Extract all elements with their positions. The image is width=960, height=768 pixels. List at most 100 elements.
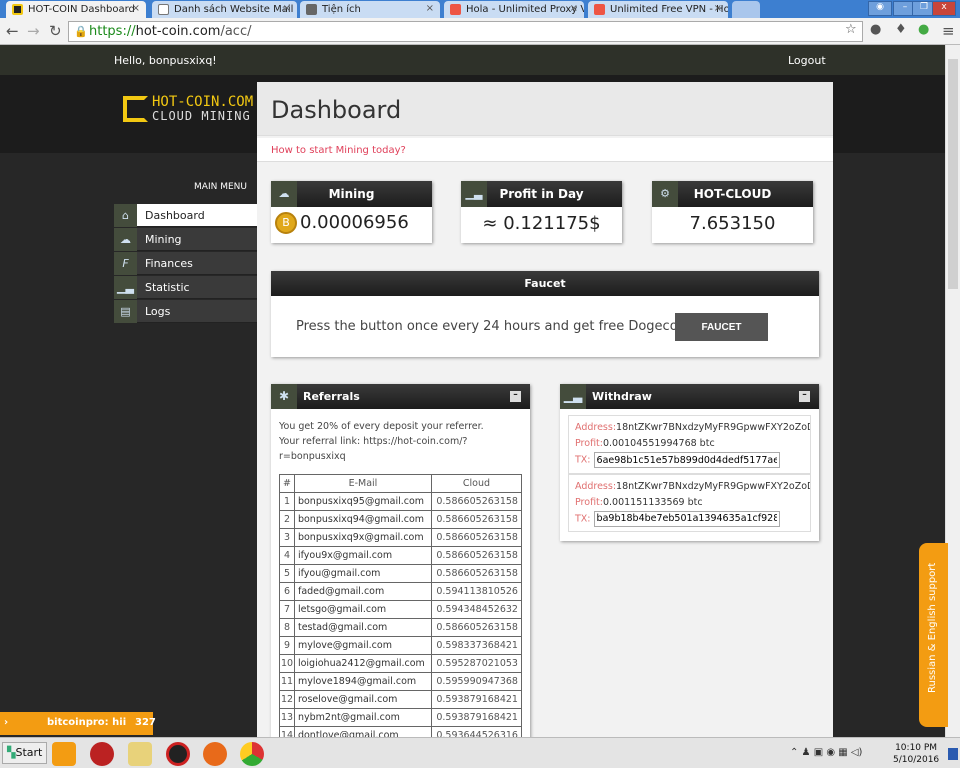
cell-email: bonpusxixq94@gmail.com: [293, 510, 432, 529]
tab-danh-sach[interactable]: Danh sách Website Mail 1 ×: [152, 1, 297, 18]
cell-email: mylove@gmail.com: [293, 636, 432, 655]
hola-icon: [594, 4, 605, 15]
extension-bulb-icon[interactable]: ♦: [895, 22, 907, 37]
cell-email: ifyou9x@gmail.com: [293, 546, 432, 565]
cell-cloud: 0.586605263158: [430, 492, 522, 511]
cell-index: 2: [279, 510, 295, 529]
sidebar-item-mining[interactable]: ☁ Mining: [114, 228, 257, 251]
cell-index: 9: [279, 636, 295, 655]
support-tab[interactable]: Russian & English support: [919, 543, 948, 727]
hola-icon: [450, 4, 461, 15]
close-tab-icon[interactable]: ×: [426, 3, 434, 14]
extension-icon[interactable]: ●: [870, 22, 881, 37]
collapse-button[interactable]: –: [799, 391, 810, 402]
table-row: 11 mylove1894@gmail.com 0.595990947368: [279, 672, 522, 691]
tx-field[interactable]: [593, 452, 780, 468]
cell-index: 12: [279, 690, 295, 709]
cloud-icon: ☁: [114, 228, 137, 251]
faucet-button[interactable]: FAUCET: [675, 313, 768, 341]
browser-toolbar: ← → ↻ 🔒 https://hot-coin.com/acc/ ☆ ● ♦ ●…: [0, 18, 960, 45]
tab-hot-coin[interactable]: HOT-COIN Dashboard ×: [6, 1, 146, 18]
close-tab-icon[interactable]: ×: [283, 3, 291, 14]
new-tab-button[interactable]: [732, 1, 760, 18]
site-top-bar: Hello, bonpusxixq! Logout: [0, 45, 945, 75]
close-tab-icon[interactable]: ×: [570, 3, 578, 14]
firefox-icon[interactable]: [203, 742, 227, 766]
withdraw-box: ▁▃ Withdraw – Address:18ntZKwr7BNxdzyMyFR9…: [560, 384, 819, 541]
cell-cloud: 0.598337368421: [430, 636, 522, 655]
mining-widget: ☁ Mining B 0.00006956: [271, 181, 432, 243]
cell-cloud: 0.586605263158: [430, 564, 522, 583]
clock[interactable]: 10:10 PM 5/10/2016: [893, 742, 939, 766]
show-desktop-button[interactable]: [948, 748, 958, 760]
table-row: 8 testad@gmail.com 0.586605263158: [279, 618, 522, 637]
sidebar-item-statistic[interactable]: ▁▃ Statistic: [114, 276, 257, 299]
extension-green-icon[interactable]: ●: [918, 22, 929, 37]
collapse-button[interactable]: –: [510, 391, 521, 402]
table-row: 13 nybm2nt@gmail.com 0.593879168421: [279, 708, 522, 727]
chrome-icon[interactable]: [240, 742, 264, 766]
table-row: 10 loigiohua2412@gmail.com 0.595287021053: [279, 654, 522, 673]
referrals-table: # E-Mail Cloud 1 bonpusxixq95@gmail.com 0.58…: [279, 474, 522, 745]
cell-index: 8: [279, 618, 295, 637]
withdraw-address: 18ntZKwr7BNxdzyMyFR9GpwwFXY2oZoDrf: [616, 480, 811, 492]
table-row: 4 ifyou9x@gmail.com 0.586605263158: [279, 546, 522, 565]
sidebar-item-logs[interactable]: ▤ Logs: [114, 300, 257, 323]
app-red-icon[interactable]: [90, 742, 114, 766]
table-row: 12 roselove@gmail.com 0.593879168421: [279, 690, 522, 709]
menu-icon[interactable]: ≡: [942, 22, 955, 40]
table-row: 5 ifyou@gmail.com 0.586605263158: [279, 564, 522, 583]
file-explorer-icon[interactable]: [128, 742, 152, 766]
close-tab-icon[interactable]: ×: [132, 3, 140, 14]
cell-index: 7: [279, 600, 295, 619]
withdraw-address: 18ntZKwr7BNxdzyMyFR9GpwwFXY2oZoDrf: [616, 422, 811, 433]
back-icon[interactable]: ←: [6, 22, 19, 40]
address-bar[interactable]: 🔒 https://hot-coin.com/acc/: [68, 21, 863, 42]
cell-cloud: 0.593879168421: [430, 690, 522, 709]
tab-tien-ich[interactable]: Tiện ích ×: [300, 1, 440, 18]
cell-email: nybm2nt@gmail.com: [293, 708, 432, 727]
logout-link[interactable]: Logout: [788, 54, 826, 67]
bookmark-star-icon[interactable]: ☆: [845, 22, 857, 37]
how-to-link[interactable]: How to start Mining today?: [257, 138, 833, 162]
cell-cloud: 0.586605263158: [430, 618, 522, 637]
cell-cloud: 0.586605263158: [430, 546, 522, 565]
cell-email: mylove1894@gmail.com: [293, 672, 432, 691]
cell-cloud: 0.595990947368: [430, 672, 522, 691]
user-icon[interactable]: ◉: [868, 1, 892, 16]
cell-email: letsgo@gmail.com: [293, 600, 432, 619]
cell-email: bonpusxixq95@gmail.com: [293, 492, 432, 511]
withdraw-profit: 0.001151133569 btc: [602, 496, 703, 508]
cell-index: 13: [279, 708, 295, 727]
start-button[interactable]: ▚Start: [2, 742, 48, 764]
sidebar-item-dashboard[interactable]: ⌂ Dashboard: [114, 204, 257, 227]
cell-cloud: 0.594348452632: [430, 600, 522, 619]
media-player-icon[interactable]: [52, 742, 76, 766]
cell-index: 4: [279, 546, 295, 565]
close-window-button[interactable]: x: [932, 1, 956, 16]
page-icon: [158, 4, 169, 15]
person-icon: ✱: [271, 384, 297, 409]
taskbar: ▚Start ⌃ ♟ ▣ ◉ ▦ ◁) 10:10 PM 5/10/2016: [0, 737, 960, 768]
tx-field[interactable]: [593, 510, 780, 527]
tab-hola-proxy[interactable]: Hola - Unlimited Proxy VPN×: [444, 1, 584, 18]
cell-email: faded@gmail.com: [293, 582, 432, 601]
withdraw-profit: 0.00104551994768 btc: [602, 438, 715, 449]
chart-icon: ▁▃: [114, 276, 137, 299]
tab-hola-vpn[interactable]: Unlimited Free VPN - Hola ×: [588, 1, 728, 18]
chat-bar[interactable]: › bitcoinpro: hii 327: [0, 712, 156, 735]
withdraw-item: Address:18ntZKwr7BNxdzyMyFR9GpwwFXY2oZoD…: [568, 473, 811, 532]
table-row: 7 letsgo@gmail.com 0.594348452632: [279, 600, 522, 619]
cell-index: 5: [279, 564, 295, 583]
forward-icon[interactable]: →: [27, 22, 40, 40]
browser-tab-bar: HOT-COIN Dashboard × Danh sách Website Ma…: [0, 0, 960, 18]
page-title: Dashboard: [271, 96, 402, 124]
cell-index: 11: [279, 672, 295, 691]
puzzle-icon: [306, 4, 317, 15]
close-tab-icon[interactable]: ×: [714, 3, 722, 14]
tray-icons[interactable]: ⌃ ♟ ▣ ◉ ▦ ◁): [790, 747, 862, 758]
reload-icon[interactable]: ↻: [49, 22, 62, 40]
sidebar-item-finances[interactable]: F Finances: [114, 252, 257, 275]
referrals-box: ✱ Referrals – You get 20% of every deposit…: [271, 384, 530, 745]
app-black-icon[interactable]: [166, 742, 190, 766]
